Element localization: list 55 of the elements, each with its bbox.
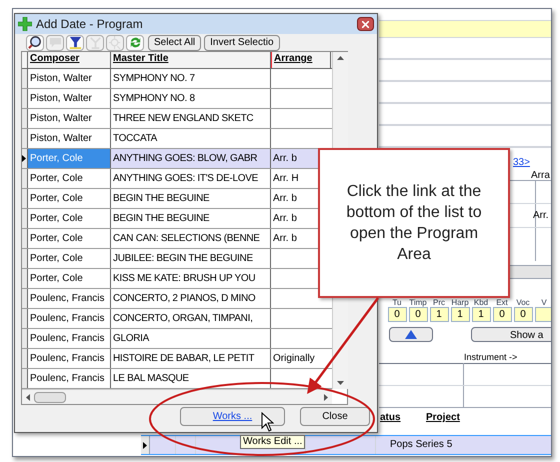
window-title: Add Date - Program (36, 16, 143, 33)
table-cell-text: Porter, Cole (30, 192, 83, 206)
table-cell: Pops Series 5 (390, 439, 452, 450)
table-cell-text: JUBILEE: BEGIN THE BEGUINE (113, 252, 253, 266)
table-cell-text: Poulenc, Francis (30, 332, 104, 346)
table-cell-text: SYMPHONY NO. 8 (113, 92, 195, 106)
table-cell-text: CONCERTO, ORGAN, TIMPANI, (113, 312, 253, 326)
table-cell-text: Porter, Cole (30, 172, 83, 186)
column-header: Project (426, 411, 460, 425)
instrument-label: Harp (451, 298, 469, 307)
table-cell-text: Poulenc, Francis (30, 312, 104, 326)
table-cell-text: LE BAL MASQUE (113, 372, 189, 386)
instrument-label: V (541, 298, 547, 307)
instrument-label: Voc (516, 298, 530, 307)
table-cell-text: Arr. H (273, 172, 299, 186)
table-cell-text: Piston, Walter (30, 92, 92, 106)
table-cell-text: TOCCATA (113, 132, 158, 146)
table-cell-text: ANYTHING GOES: IT'S DE-LOVE (113, 172, 258, 186)
instrument-label: Timp (409, 298, 427, 307)
table-cell-text: Poulenc, Francis (30, 352, 104, 366)
table-cell-text: Piston, Walter (30, 72, 92, 86)
table-cell-text: Poulenc, Francis (30, 292, 104, 306)
table-cell-text: BEGIN THE BEGUINE (113, 192, 210, 206)
table-cell-text: Piston, Walter (30, 112, 92, 126)
column-header: atus (380, 411, 401, 425)
instrument-label: Tu (392, 298, 402, 307)
table-cell-text: KISS ME KATE: BRUSH UP YOU (113, 272, 256, 286)
instrument-label: Prc (433, 298, 445, 307)
table-cell-text: THREE NEW ENGLAND SKETC (113, 112, 254, 126)
column-header: Instrument -> (464, 351, 518, 364)
instrument-label: Ext (496, 298, 508, 307)
table-cell-text: Arr. (533, 209, 549, 223)
table-cell-text: Originally (273, 352, 315, 366)
instrument-label: Kbd (474, 298, 488, 307)
table-cell-text: Porter, Cole (30, 152, 83, 166)
table-cell-text: Arr. b (273, 212, 297, 226)
table-cell-text: Arr. b (273, 192, 297, 206)
table-cell-text: SYMPHONY NO. 7 (113, 72, 195, 86)
tooltip: Works Edit ... (240, 435, 306, 449)
table-cell-text: ANYTHING GOES: BLOW, GABR (113, 152, 258, 166)
table-cell-text: Arr. b (273, 152, 297, 166)
table-cell-text: Porter, Cole (30, 232, 83, 246)
column-header: Arra (531, 169, 550, 183)
table-cell-text: CONCERTO, 2 PIANOS, D MINO (113, 292, 256, 306)
table-cell-text: GLORIA (113, 332, 149, 346)
table-cell-text: Poulenc, Francis (30, 372, 104, 386)
table-cell-text: BEGIN THE BEGUINE (113, 212, 210, 226)
table-cell-text: Porter, Cole (30, 272, 83, 286)
table-cell-text: Arr. b (273, 232, 297, 246)
table-cell-text: Porter, Cole (30, 252, 83, 266)
table-cell-text: HISTOIRE DE BABAR, LE PETIT (113, 352, 254, 366)
table-cell-text: CAN CAN: SELECTIONS (BENNE (113, 232, 260, 246)
callout-text: Click the link at the bottom of the list to open the Program Area (345, 182, 483, 265)
table-cell-text: Piston, Walter (30, 132, 92, 146)
table-cell-text: Porter, Cole (30, 212, 83, 226)
